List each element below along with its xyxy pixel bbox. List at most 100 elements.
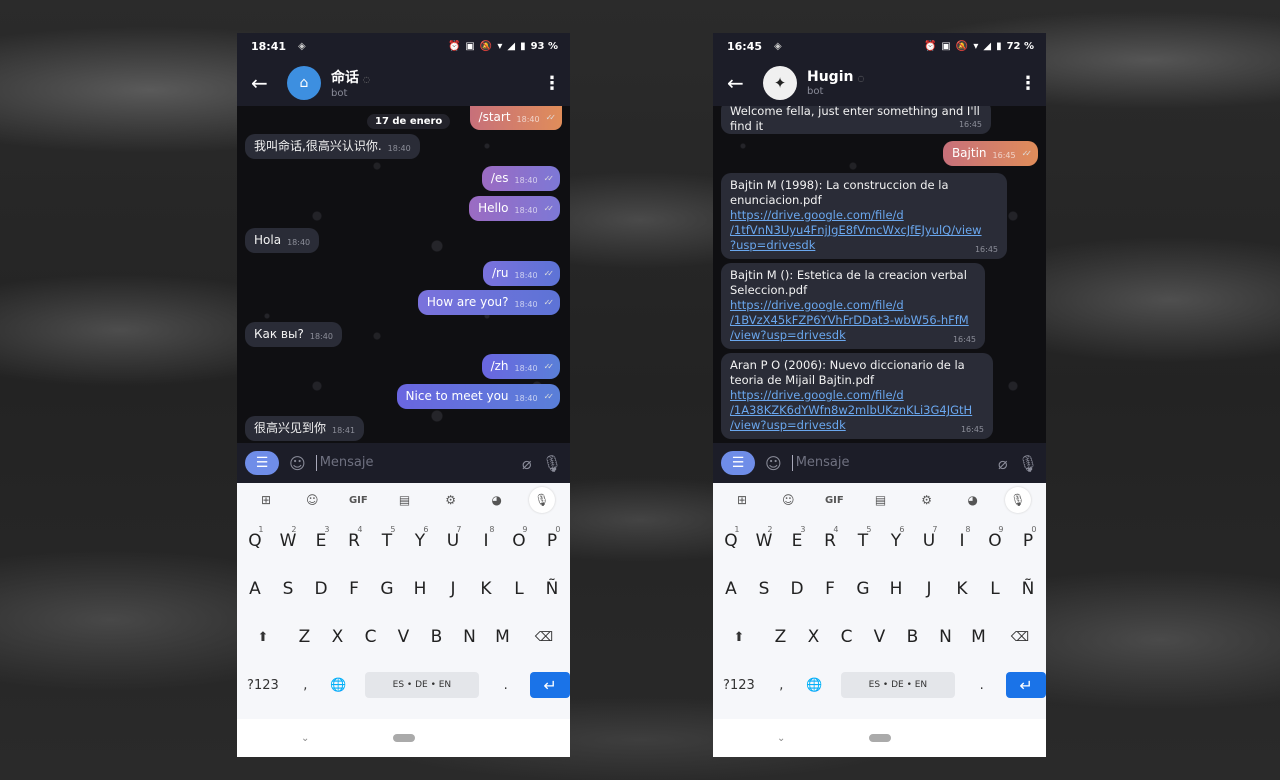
key-v[interactable]: V bbox=[863, 619, 896, 655]
key-h[interactable]: H bbox=[404, 571, 437, 607]
space-key[interactable]: ES • DE • EN bbox=[840, 672, 956, 698]
more-options-icon[interactable]: ⋮ bbox=[1019, 73, 1037, 94]
voice-input-icon[interactable]: 🎙 bbox=[528, 487, 555, 513]
enter-key[interactable]: ↵ bbox=[530, 672, 570, 698]
drive-link[interactable]: https://drive.google.com/file/d bbox=[730, 208, 998, 223]
message-out[interactable]: /es 18:40 ✓✓ bbox=[481, 166, 560, 191]
settings-gear-icon[interactable]: ⚙ bbox=[437, 493, 465, 507]
shift-key[interactable]: ⬆ bbox=[714, 619, 764, 655]
key-r[interactable]: R4 bbox=[338, 523, 371, 559]
bot-avatar[interactable]: ⌂ bbox=[287, 66, 321, 100]
bot-menu-button[interactable]: ☰ bbox=[245, 451, 279, 475]
key-w[interactable]: W2 bbox=[272, 523, 305, 559]
microphone-icon[interactable]: 🎙 bbox=[1018, 454, 1038, 473]
back-arrow-icon[interactable]: ← bbox=[247, 71, 287, 95]
key-c[interactable]: C bbox=[354, 619, 387, 655]
microphone-icon[interactable]: 🎙 bbox=[542, 454, 562, 473]
key-f[interactable]: F bbox=[338, 571, 371, 607]
gif-button[interactable]: GIF bbox=[344, 495, 372, 506]
message-in[interactable]: 我叫命话,很高兴认识你. 18:40 bbox=[245, 134, 420, 159]
key-a[interactable]: A bbox=[239, 571, 272, 607]
shift-key[interactable]: ⬆ bbox=[238, 619, 288, 655]
key-c[interactable]: C bbox=[830, 619, 863, 655]
collapse-keyboard-icon[interactable]: ⌄ bbox=[301, 733, 309, 744]
drive-link[interactable]: /1BVzX45kFZP6YVhFrDDat3-wbW56-hFfM bbox=[730, 313, 976, 328]
key-t[interactable]: T5 bbox=[371, 523, 404, 559]
key-j[interactable]: J bbox=[437, 571, 470, 607]
key-a[interactable]: A bbox=[715, 571, 748, 607]
drive-link[interactable]: /view?usp=drivesdk bbox=[730, 418, 984, 433]
key-f[interactable]: F bbox=[814, 571, 847, 607]
key-k[interactable]: K bbox=[470, 571, 503, 607]
attach-icon[interactable]: ⌀ bbox=[998, 454, 1008, 473]
key-s[interactable]: S bbox=[272, 571, 305, 607]
emoji-icon[interactable]: ☺ bbox=[765, 454, 782, 473]
key-b[interactable]: B bbox=[896, 619, 929, 655]
symbols-key[interactable]: ?123 bbox=[713, 667, 765, 703]
theme-palette-icon[interactable]: ◕ bbox=[483, 493, 511, 507]
drive-link[interactable]: /1A38KZK6dYWfn8w2mlbUKznKLi3G4JGtH bbox=[730, 403, 984, 418]
comma-emoji-key[interactable]: , bbox=[289, 667, 322, 703]
period-key[interactable]: . bbox=[489, 667, 522, 703]
key-t[interactable]: T5 bbox=[847, 523, 880, 559]
period-key[interactable]: . bbox=[965, 667, 998, 703]
sticker-icon[interactable]: ☺ bbox=[298, 493, 326, 507]
key-y[interactable]: Y6 bbox=[880, 523, 913, 559]
key-o[interactable]: O9 bbox=[503, 523, 536, 559]
emoji-icon[interactable]: ☺ bbox=[289, 454, 306, 473]
message-in[interactable]: 很高兴见到你 18:41 bbox=[245, 416, 365, 441]
key-y[interactable]: Y6 bbox=[404, 523, 437, 559]
key-u[interactable]: U7 bbox=[437, 523, 470, 559]
key-j[interactable]: J bbox=[913, 571, 946, 607]
key-d[interactable]: D bbox=[781, 571, 814, 607]
message-out[interactable]: /ru 18:40 ✓✓ bbox=[482, 261, 560, 286]
more-options-icon[interactable]: ⋮ bbox=[543, 73, 561, 94]
key-g[interactable]: G bbox=[847, 571, 880, 607]
key-o[interactable]: O9 bbox=[979, 523, 1012, 559]
key-k[interactable]: K bbox=[946, 571, 979, 607]
key-r[interactable]: R4 bbox=[814, 523, 847, 559]
key-p[interactable]: P0 bbox=[1012, 523, 1045, 559]
voice-input-icon[interactable]: 🎙 bbox=[1004, 487, 1031, 513]
message-in[interactable]: Как вы? 18:40 bbox=[245, 322, 342, 347]
drive-link[interactable]: https://drive.google.com/file/d bbox=[730, 298, 976, 313]
key-n[interactable]: N bbox=[453, 619, 486, 655]
key-q[interactable]: Q1 bbox=[239, 523, 272, 559]
message-list[interactable]: /start 18:40 ✓✓ 17 de enero 我叫命话,很高兴认识你. … bbox=[237, 106, 570, 443]
sticker-icon[interactable]: ☺ bbox=[774, 493, 802, 507]
backspace-key[interactable]: ⌫ bbox=[995, 619, 1045, 655]
key-d[interactable]: D bbox=[305, 571, 338, 607]
collapse-keyboard-icon[interactable]: ⌄ bbox=[777, 733, 785, 744]
message-in-document[interactable]: Aran P O (2006): Nuevo diccionario de la… bbox=[721, 353, 993, 439]
message-out[interactable]: Nice to meet you 18:40 ✓✓ bbox=[396, 384, 560, 409]
message-in-document[interactable]: Bajtin M (1998): La construccion de la e… bbox=[721, 173, 1007, 259]
space-key[interactable]: ES • DE • EN bbox=[364, 672, 480, 698]
message-input[interactable]: Mensaje bbox=[791, 455, 988, 471]
message-in-document[interactable]: Bajtin M (): Estetica de la creacion ver… bbox=[721, 263, 985, 349]
back-arrow-icon[interactable]: ← bbox=[723, 71, 763, 95]
message-in[interactable]: Hola 18:40 bbox=[245, 228, 320, 253]
key-h[interactable]: H bbox=[880, 571, 913, 607]
key-x[interactable]: X bbox=[797, 619, 830, 655]
key-u[interactable]: U7 bbox=[913, 523, 946, 559]
key-l[interactable]: L bbox=[503, 571, 536, 607]
message-out[interactable]: Bajtin 16:45 ✓✓ bbox=[942, 141, 1038, 166]
attach-icon[interactable]: ⌀ bbox=[522, 454, 532, 473]
clipboard-icon[interactable]: ▤ bbox=[390, 493, 418, 507]
message-out[interactable]: /start 18:40 ✓✓ bbox=[469, 106, 562, 130]
bot-menu-button[interactable]: ☰ bbox=[721, 451, 755, 475]
key-g[interactable]: G bbox=[371, 571, 404, 607]
drive-link[interactable]: /view?usp=drivesdk bbox=[730, 328, 976, 343]
gif-button[interactable]: GIF bbox=[820, 495, 848, 506]
enter-key[interactable]: ↵ bbox=[1006, 672, 1046, 698]
backspace-key[interactable]: ⌫ bbox=[519, 619, 569, 655]
key-i[interactable]: I8 bbox=[470, 523, 503, 559]
message-list[interactable]: Welcome fella, just enter something and … bbox=[713, 106, 1046, 443]
key-p[interactable]: P0 bbox=[536, 523, 569, 559]
theme-palette-icon[interactable]: ◕ bbox=[959, 493, 987, 507]
message-input[interactable]: Mensaje bbox=[315, 455, 512, 471]
key-x[interactable]: X bbox=[321, 619, 354, 655]
drive-link[interactable]: /1tfVnN3Uyu4FnjJgE8fVmcWxcJfEJyulQ/view bbox=[730, 223, 998, 238]
drive-link[interactable]: https://drive.google.com/file/d bbox=[730, 388, 984, 403]
apps-grid-icon[interactable]: ⊞ bbox=[728, 493, 756, 507]
